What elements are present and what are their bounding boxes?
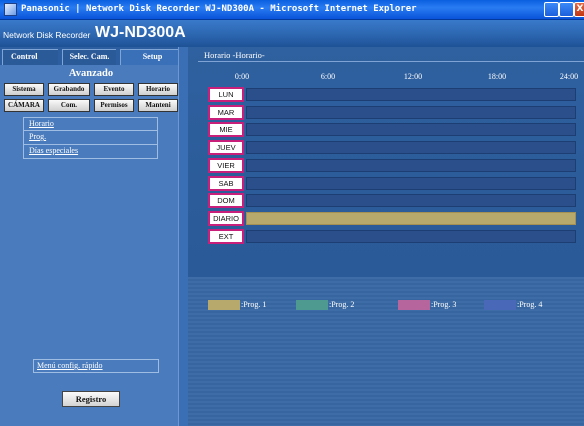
quick-config-menu[interactable]: Menú config. rápido xyxy=(33,359,159,373)
minimize-icon[interactable] xyxy=(544,2,559,17)
menu-item-horario[interactable]: Horario xyxy=(23,117,158,131)
schedule-row: VIER xyxy=(208,157,576,173)
schedule-panel: Horario -Horario- 0:00 6:00 12:00 18:00 … xyxy=(188,47,584,426)
menu-link-special-days[interactable]: Días especiales xyxy=(29,146,78,155)
hour-label: 0:00 xyxy=(234,72,250,81)
schedule-row: DOM xyxy=(208,193,576,209)
grabando-button[interactable]: Grabando xyxy=(48,83,90,96)
tab-camera-select[interactable]: Selec. Cam. xyxy=(62,49,116,65)
window-title-bar: Panasonic | Network Disk Recorder WJ-ND3… xyxy=(0,0,584,20)
menu-item-special-days[interactable]: Días especiales xyxy=(23,145,158,159)
sistema-button[interactable]: Sistema xyxy=(4,83,44,96)
day-button[interactable]: EXT xyxy=(208,228,244,244)
title-divider xyxy=(198,61,584,62)
tab-bar: Control Selec. Cam. Setup xyxy=(0,47,188,65)
hour-label: 12:00 xyxy=(403,72,423,81)
evento-button[interactable]: Evento xyxy=(94,83,134,96)
menu-link-prog[interactable]: Prog. xyxy=(29,132,46,141)
com-button[interactable]: Com. xyxy=(48,99,90,112)
schedule-track[interactable] xyxy=(246,141,576,155)
schedule-row: DIARIO xyxy=(208,210,576,226)
schedule-row: EXT xyxy=(208,228,576,244)
horario-button[interactable]: Horario xyxy=(138,83,178,96)
day-button[interactable]: MIE xyxy=(208,122,244,138)
hour-label: 18:00 xyxy=(487,72,507,81)
menu-item-prog[interactable]: Prog. xyxy=(23,131,158,145)
day-button[interactable]: DIARIO xyxy=(208,210,244,226)
close-icon[interactable]: X xyxy=(574,2,584,17)
day-button[interactable]: MAR xyxy=(208,104,244,120)
schedule-row: MAR xyxy=(208,104,576,120)
schedule-track[interactable] xyxy=(246,176,576,190)
day-button[interactable]: VIER xyxy=(208,157,244,173)
schedule-row: SAB xyxy=(208,175,576,191)
app-subtitle: Network Disk Recorder xyxy=(3,30,91,40)
window-title: Panasonic | Network Disk Recorder WJ-ND3… xyxy=(21,4,417,14)
day-button[interactable]: DOM xyxy=(208,193,244,209)
maximize-icon[interactable] xyxy=(559,2,574,17)
schedule-track[interactable] xyxy=(246,158,576,172)
schedule-track[interactable] xyxy=(246,194,576,208)
browser-icon xyxy=(4,3,17,16)
tab-control[interactable]: Control xyxy=(2,49,58,65)
schedule-row: LUN xyxy=(208,87,576,102)
schedule-track[interactable] xyxy=(246,123,576,137)
manteni-button[interactable]: Manteni xyxy=(138,99,178,112)
tab-setup[interactable]: Setup xyxy=(120,49,184,65)
day-button[interactable]: JUEV xyxy=(208,140,244,156)
day-button[interactable]: SAB xyxy=(208,175,244,191)
model-name: WJ-ND300A xyxy=(95,24,186,41)
legend-label: :Prog. 4 xyxy=(517,300,543,309)
camara-button[interactable]: CÁMARA xyxy=(4,99,44,112)
register-button[interactable]: Registro xyxy=(62,391,120,407)
schedule-title: Horario -Horario- xyxy=(204,50,265,60)
menu-link-horario[interactable]: Horario xyxy=(29,119,54,128)
schedule-row: JUEV xyxy=(208,140,576,156)
hour-label: 6:00 xyxy=(320,72,336,81)
legend-swatch xyxy=(208,300,240,310)
app-header: Network Disk Recorder WJ-ND300A xyxy=(0,20,584,47)
schedule-track[interactable] xyxy=(246,105,576,119)
left-panel: Control Selec. Cam. Setup Avanzado Siste… xyxy=(0,47,188,426)
day-button[interactable]: LUN xyxy=(208,87,244,102)
legend-swatch xyxy=(398,300,430,310)
legend-label: :Prog. 1 xyxy=(241,300,267,309)
schedule-track[interactable] xyxy=(246,229,576,243)
schedule-track[interactable] xyxy=(246,211,576,225)
panel-divider xyxy=(178,47,188,426)
legend-swatch xyxy=(296,300,328,310)
schedule-track[interactable] xyxy=(246,88,576,101)
legend-label: :Prog. 3 xyxy=(431,300,457,309)
close-glyph: X xyxy=(576,4,584,14)
section-title: Avanzado xyxy=(68,68,114,79)
quick-config-link[interactable]: Menú config. rápido xyxy=(37,361,103,370)
legend-swatch xyxy=(484,300,516,310)
schedule-row: MIE xyxy=(208,122,576,138)
permisos-button[interactable]: Permisos xyxy=(94,99,134,112)
legend-label: :Prog. 2 xyxy=(329,300,355,309)
hour-label: 24:00 xyxy=(559,72,579,81)
